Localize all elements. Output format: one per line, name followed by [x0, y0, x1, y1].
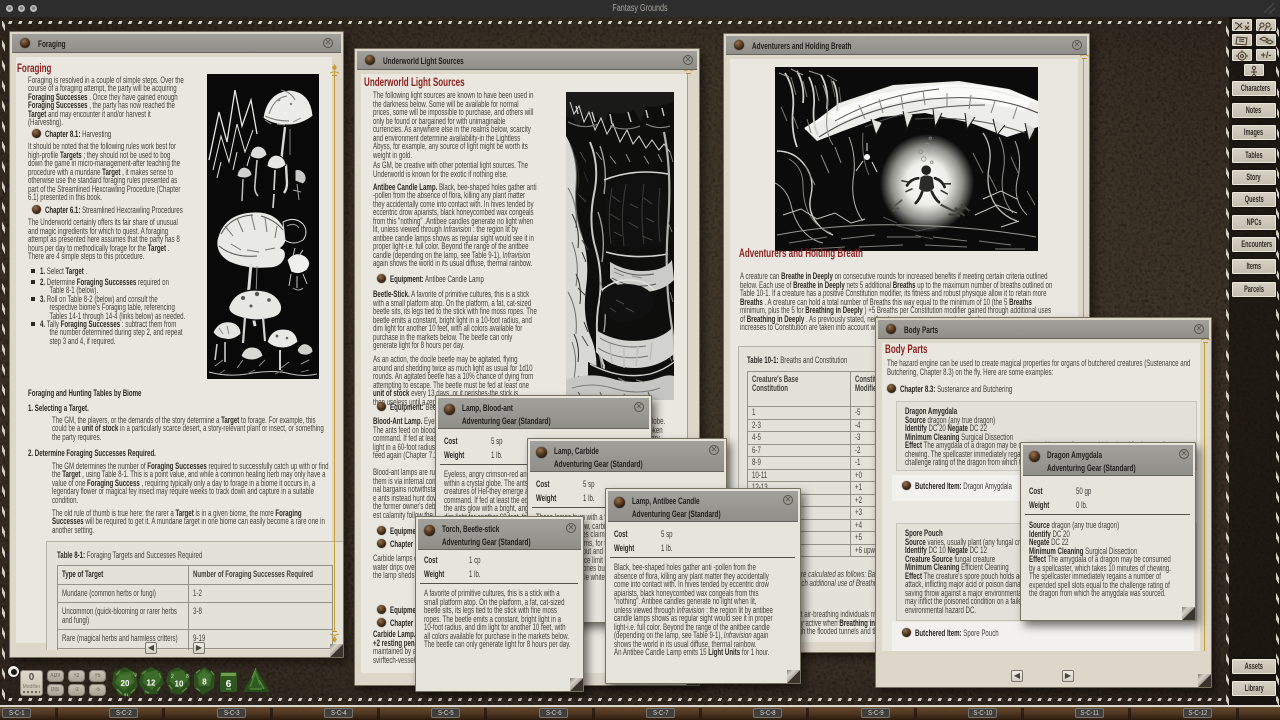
svg-text:12: 12 [147, 679, 156, 688]
svg-text:2: 2 [135, 672, 138, 677]
svg-text:10: 10 [175, 680, 184, 689]
svg-text:8: 8 [202, 678, 207, 687]
svg-text:6: 6 [226, 679, 232, 690]
svg-text:8: 8 [186, 674, 189, 680]
svg-text:20: 20 [121, 679, 130, 688]
svg-text:91: 91 [124, 692, 129, 697]
svg-text:2: 2 [171, 674, 174, 680]
